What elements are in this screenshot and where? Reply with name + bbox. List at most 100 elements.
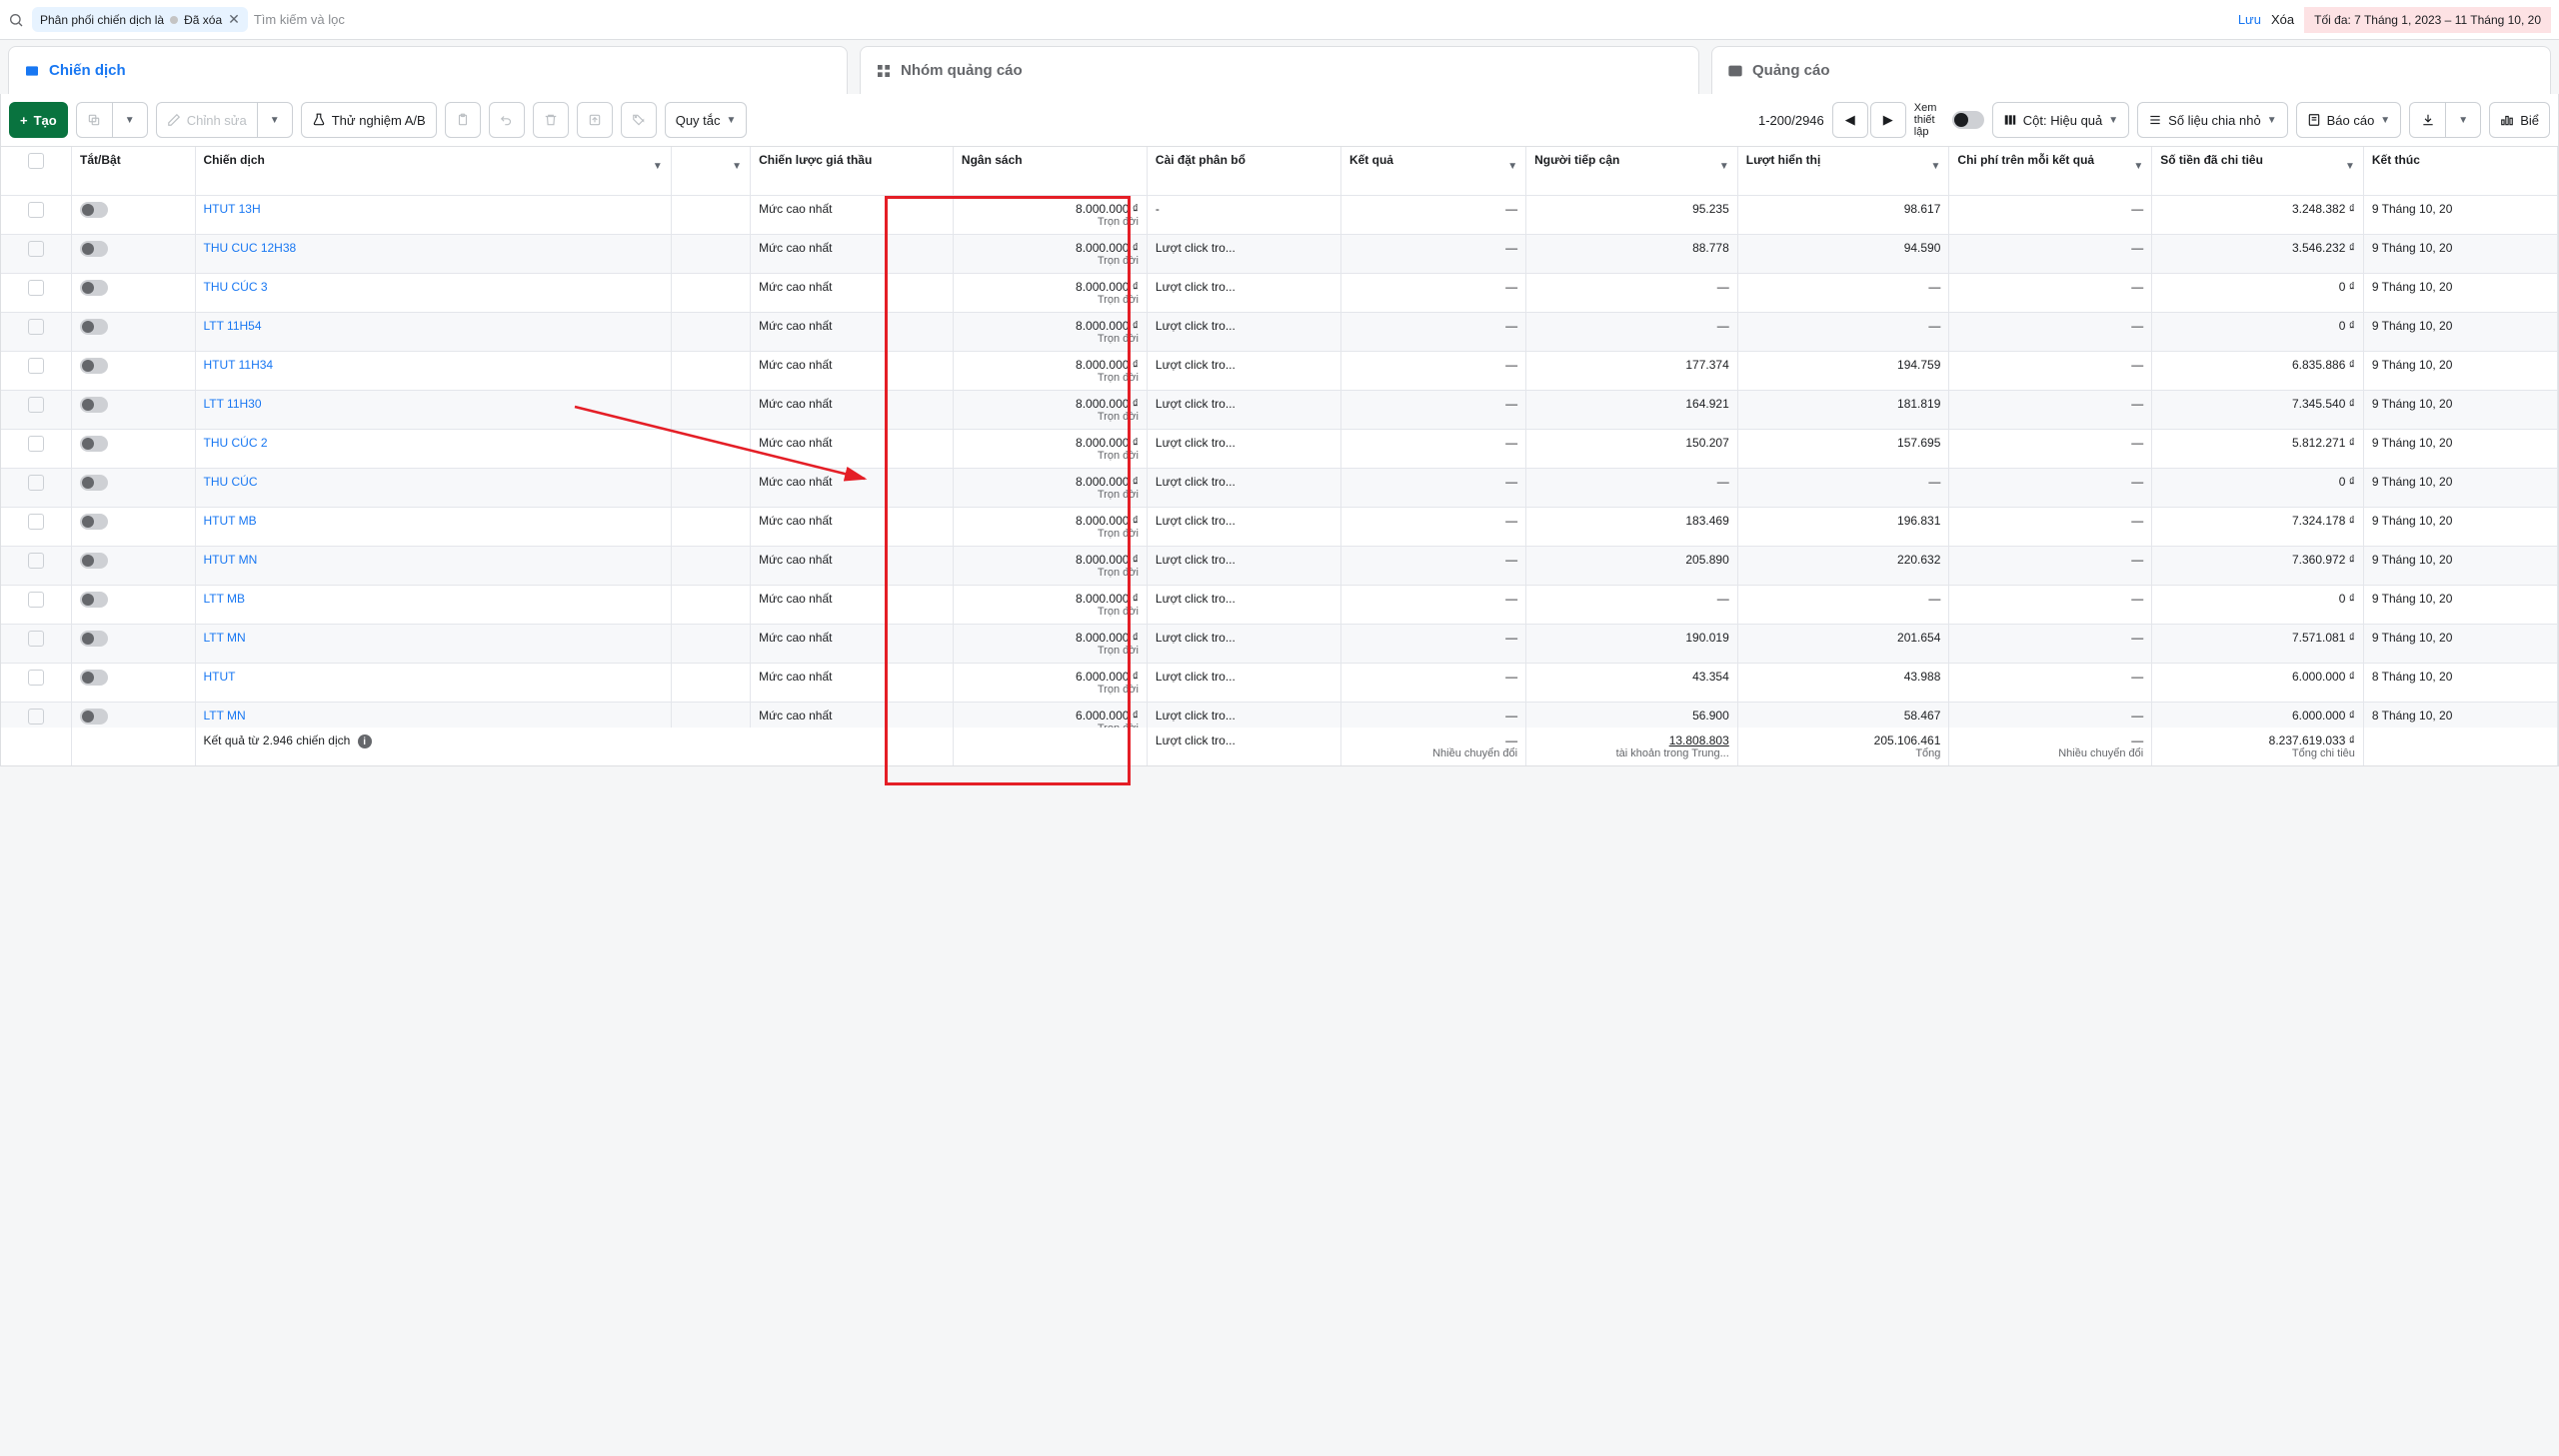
download-button[interactable] xyxy=(2409,102,2445,138)
row-checkbox[interactable] xyxy=(1,624,72,663)
row-checkbox[interactable] xyxy=(1,507,72,546)
duplicate-dropdown[interactable]: ▼ xyxy=(112,102,148,138)
table-row[interactable]: HTUT Mức cao nhất 6.000.000 ₫Trọn đời Lư… xyxy=(1,663,2558,702)
header-campaign[interactable]: Chiến dịch▼ xyxy=(195,147,671,195)
row-checkbox[interactable] xyxy=(1,546,72,585)
ab-test-button[interactable]: Thử nghiệm A/B xyxy=(301,102,437,138)
charts-button[interactable]: Biể xyxy=(2489,102,2550,138)
row-checkbox[interactable] xyxy=(1,351,72,390)
filter-chip-delivery[interactable]: Phân phối chiến dịch là Đã xóa ✕ xyxy=(32,7,248,32)
view-setup-toggle[interactable] xyxy=(1952,111,1984,129)
row-checkbox[interactable] xyxy=(1,195,72,234)
row-toggle-cell[interactable] xyxy=(72,624,195,663)
table-row[interactable]: HTUT 11H34 Mức cao nhất 8.000.000 ₫Trọn … xyxy=(1,351,2558,390)
row-toggle-cell[interactable] xyxy=(72,429,195,468)
breakdown-button[interactable]: Số liệu chia nhỏ ▼ xyxy=(2137,102,2287,138)
header-impressions[interactable]: Lượt hiển thị▼ xyxy=(1737,147,1949,195)
table-row[interactable]: HTUT MB Mức cao nhất 8.000.000 ₫Trọn đời… xyxy=(1,507,2558,546)
close-icon[interactable]: ✕ xyxy=(228,11,240,28)
campaign-link[interactable]: LTT MN xyxy=(204,709,246,723)
header-attribution[interactable]: Cài đặt phân bổ xyxy=(1147,147,1340,195)
reports-button[interactable]: Báo cáo ▼ xyxy=(2296,102,2402,138)
campaign-link[interactable]: HTUT MB xyxy=(204,514,257,528)
row-toggle-cell[interactable] xyxy=(72,507,195,546)
campaign-link[interactable]: THU CUC 12H38 xyxy=(204,241,297,255)
info-icon[interactable]: i xyxy=(358,734,372,748)
campaign-link[interactable]: THU CÚC xyxy=(204,475,258,489)
table-row[interactable]: THU CÚC 2 Mức cao nhất 8.000.000 ₫Trọn đ… xyxy=(1,429,2558,468)
campaign-link[interactable]: THU CÚC 3 xyxy=(204,280,268,294)
row-checkbox[interactable] xyxy=(1,663,72,702)
save-filter-link[interactable]: Lưu xyxy=(2238,12,2261,27)
row-toggle-cell[interactable] xyxy=(72,234,195,273)
campaign-link[interactable]: HTUT MN xyxy=(204,553,258,567)
create-button[interactable]: + Tạo xyxy=(9,102,68,138)
table-row[interactable]: HTUT 13H Mức cao nhất 8.000.000 ₫Trọn đờ… xyxy=(1,195,2558,234)
clipboard-button[interactable] xyxy=(445,102,481,138)
row-toggle-cell[interactable] xyxy=(72,585,195,624)
row-checkbox[interactable] xyxy=(1,429,72,468)
table-row[interactable]: LTT MN Mức cao nhất 8.000.000 ₫Trọn đời … xyxy=(1,624,2558,663)
date-range-picker[interactable]: Tối đa: 7 Tháng 1, 2023 – 11 Tháng 10, 2… xyxy=(2304,7,2551,33)
campaign-link[interactable]: HTUT 13H xyxy=(204,202,261,216)
download-dropdown[interactable]: ▼ xyxy=(2445,102,2481,138)
table-row[interactable]: HTUT MN Mức cao nhất 8.000.000 ₫Trọn đời… xyxy=(1,546,2558,585)
row-checkbox[interactable] xyxy=(1,273,72,312)
header-reach[interactable]: Người tiếp cận▼ xyxy=(1526,147,1738,195)
rules-button[interactable]: Quy tắc ▼ xyxy=(665,102,748,138)
table-row[interactable]: LTT 11H54 Mức cao nhất 8.000.000 ₫Trọn đ… xyxy=(1,312,2558,351)
row-toggle-cell[interactable] xyxy=(72,312,195,351)
next-page-button[interactable]: ▶ xyxy=(1870,102,1906,138)
row-checkbox[interactable] xyxy=(1,312,72,351)
tab-adsets[interactable]: Nhóm quảng cáo xyxy=(860,46,1699,94)
export-button[interactable] xyxy=(577,102,613,138)
row-checkbox[interactable] xyxy=(1,585,72,624)
header-results[interactable]: Kết quả▼ xyxy=(1340,147,1525,195)
delete-button[interactable] xyxy=(533,102,569,138)
header-spent[interactable]: Số tiền đã chi tiêu▼ xyxy=(2152,147,2364,195)
row-toggle-cell[interactable] xyxy=(72,663,195,702)
table-row[interactable]: THU CUC 12H38 Mức cao nhất 8.000.000 ₫Tr… xyxy=(1,234,2558,273)
header-budget[interactable]: Ngân sách xyxy=(953,147,1147,195)
impressions-cell: 94.590 xyxy=(1737,234,1949,273)
header-delivery[interactable]: ▼ xyxy=(671,147,750,195)
header-strategy[interactable]: Chiến lược giá thầu xyxy=(751,147,954,195)
row-checkbox[interactable] xyxy=(1,234,72,273)
campaign-link[interactable]: LTT MB xyxy=(204,592,246,606)
row-toggle-cell[interactable] xyxy=(72,546,195,585)
campaign-link[interactable]: HTUT 11H34 xyxy=(204,358,274,372)
clear-filter-link[interactable]: Xóa xyxy=(2271,12,2294,27)
duplicate-button[interactable] xyxy=(76,102,112,138)
header-cost-per[interactable]: Chi phí trên mỗi kết quả▼ xyxy=(1949,147,2152,195)
campaign-link[interactable]: THU CÚC 2 xyxy=(204,436,268,450)
campaign-link[interactable]: LTT MN xyxy=(204,631,246,645)
header-ends[interactable]: Kết thúc xyxy=(2363,147,2557,195)
ad-icon xyxy=(1726,62,1744,80)
row-toggle-cell[interactable] xyxy=(72,468,195,507)
table-row[interactable]: THU CÚC 3 Mức cao nhất 8.000.000 ₫Trọn đ… xyxy=(1,273,2558,312)
campaign-link[interactable]: LTT 11H54 xyxy=(204,319,262,333)
results-cell: — xyxy=(1340,624,1525,663)
header-checkbox[interactable] xyxy=(1,147,72,195)
search-input-hint[interactable]: Tìm kiếm và lọc xyxy=(254,12,345,27)
campaign-link[interactable]: HTUT xyxy=(204,670,236,684)
table-row[interactable]: THU CÚC Mức cao nhất 8.000.000 ₫Trọn đời… xyxy=(1,468,2558,507)
tag-button[interactable] xyxy=(621,102,657,138)
row-toggle-cell[interactable] xyxy=(72,390,195,429)
campaign-link[interactable]: LTT 11H30 xyxy=(204,397,262,411)
edit-dropdown[interactable]: ▼ xyxy=(257,102,293,138)
row-checkbox[interactable] xyxy=(1,468,72,507)
row-toggle-cell[interactable] xyxy=(72,351,195,390)
undo-button[interactable] xyxy=(489,102,525,138)
table-row[interactable]: LTT MB Mức cao nhất 8.000.000 ₫Trọn đời … xyxy=(1,585,2558,624)
row-toggle-cell[interactable] xyxy=(72,195,195,234)
columns-button[interactable]: Cột: Hiệu quả ▼ xyxy=(1992,102,2129,138)
tab-ads[interactable]: Quảng cáo xyxy=(1711,46,2551,94)
budget-cell: 8.000.000 ₫Trọn đời xyxy=(953,585,1147,624)
row-checkbox[interactable] xyxy=(1,390,72,429)
row-toggle-cell[interactable] xyxy=(72,273,195,312)
tab-campaigns[interactable]: Chiến dịch xyxy=(8,46,848,94)
prev-page-button[interactable]: ◀ xyxy=(1832,102,1868,138)
edit-button[interactable]: Chỉnh sửa xyxy=(156,102,257,138)
table-row[interactable]: LTT 11H30 Mức cao nhất 8.000.000 ₫Trọn đ… xyxy=(1,390,2558,429)
